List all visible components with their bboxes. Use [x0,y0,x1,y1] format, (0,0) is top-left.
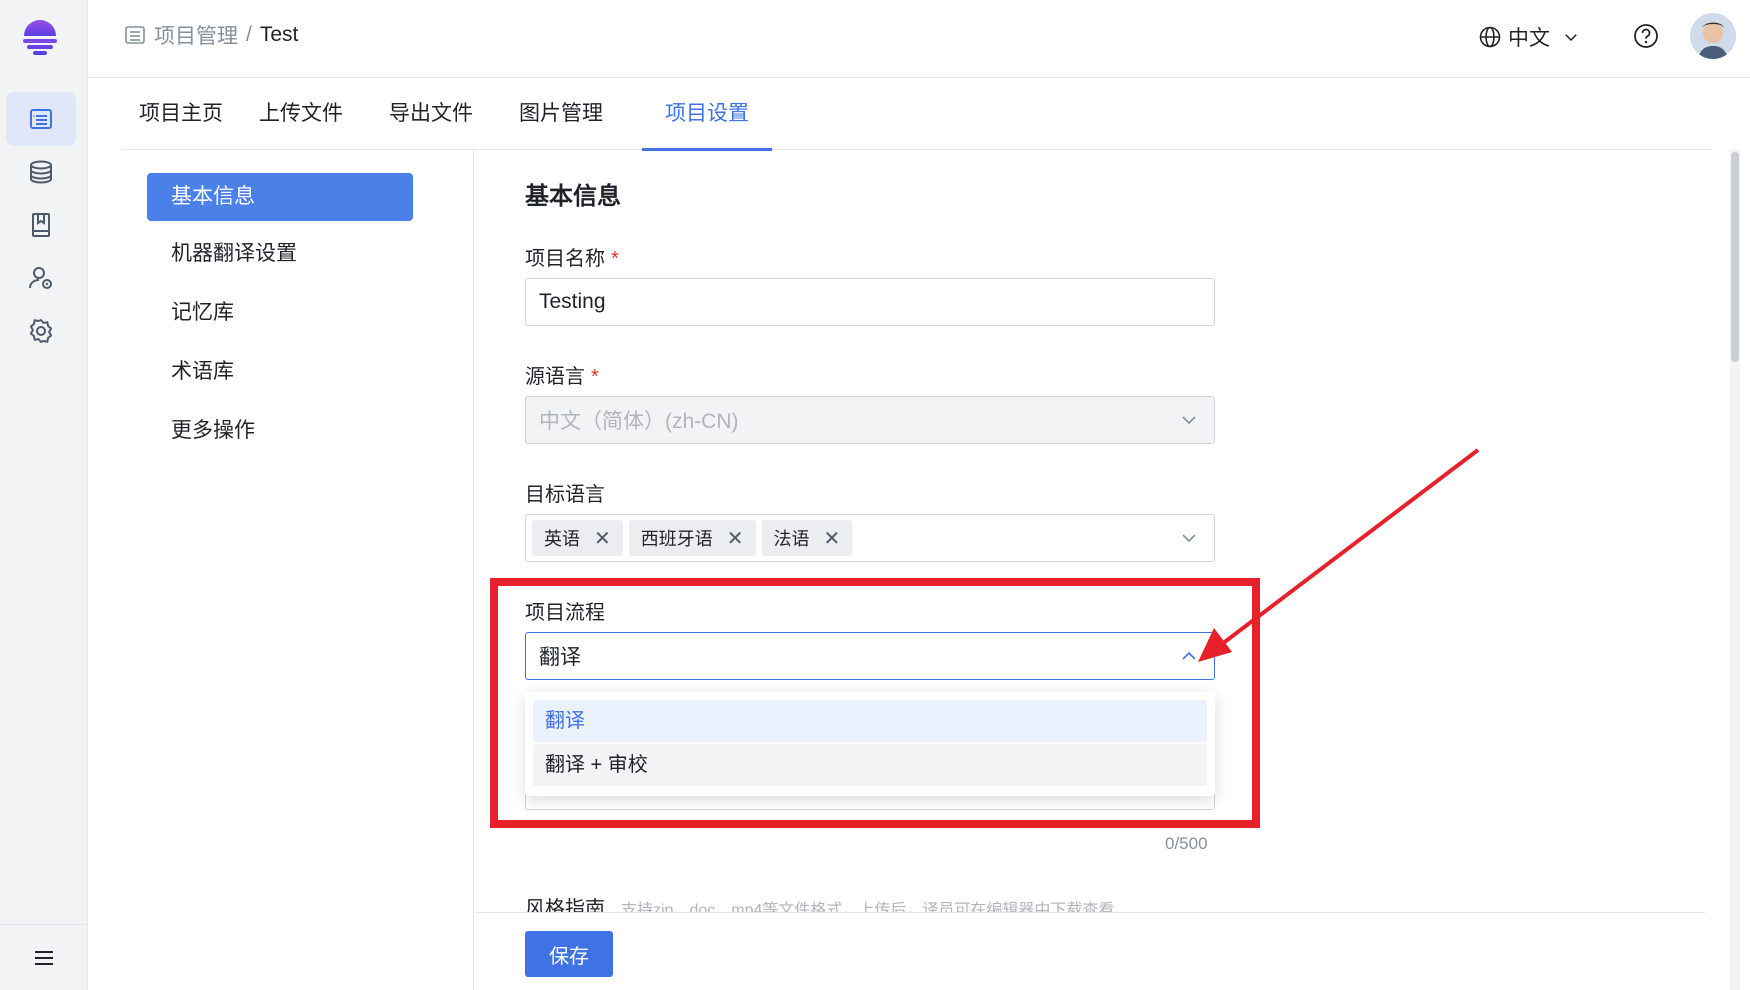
tab-project-home[interactable]: 项目主页 [132,78,230,150]
tab-image-management[interactable]: 图片管理 [512,78,610,150]
language-switcher[interactable]: 中文 [1478,22,1580,52]
style-guide-hint: 支持zip、doc、mp4等文件格式，上传后，译员可在编辑器中下载查看 [621,902,1115,912]
project-name-input[interactable]: Testing [525,278,1215,326]
hamburger-icon [35,950,53,965]
annotation-highlight-box [490,578,1260,828]
target-lang-tag: 英语 ✕ [532,520,623,556]
database-nav-icon[interactable] [6,145,76,199]
projects-nav-icon[interactable] [6,92,76,146]
source-language-label: 源语言 * [525,366,599,388]
target-language-label: 目标语言 [525,484,605,506]
menu-item-basic-info[interactable]: 基本信息 [147,173,413,221]
project-name-label: 项目名称 * [525,248,619,270]
menu-item-more-actions[interactable]: 更多操作 [147,407,413,455]
project-list-icon [125,26,145,44]
form-footer: 保存 [475,912,1705,990]
left-rail [0,0,88,990]
save-button[interactable]: 保存 [525,931,613,977]
menu-item-termbase[interactable]: 术语库 [147,348,413,396]
settings-menu: 基本信息 机器翻译设置 记忆库 术语库 更多操作 [122,150,474,990]
description-char-count: 0/500 [1165,834,1208,853]
target-language-select[interactable]: 英语 ✕ 西班牙语 ✕ 法语 ✕ [525,514,1215,562]
remove-tag-icon[interactable]: ✕ [594,526,611,551]
remove-tag-icon[interactable]: ✕ [727,526,744,551]
tab-export-files[interactable]: 导出文件 [382,78,480,150]
section-title: 基本信息 [525,183,621,210]
settings-gear-nav-icon[interactable] [6,304,76,358]
target-lang-tag: 西班牙语 ✕ [628,520,756,556]
menu-item-mt-settings[interactable]: 机器翻译设置 [147,230,413,278]
breadcrumb: 项目管理 / Test [124,20,298,50]
scrollbar-thumb[interactable] [1731,152,1739,362]
language-label: 中文 [1508,27,1550,50]
globe-icon [1479,26,1501,48]
chevron-down-icon [1182,416,1196,425]
source-language-value: 中文（简体）(zh-CN) [539,410,739,433]
chevron-down-icon [1182,534,1196,543]
remove-tag-icon[interactable]: ✕ [824,526,841,551]
tab-project-settings[interactable]: 项目设置 [642,78,772,151]
target-lang-tag: 法语 ✕ [761,520,853,556]
project-tabs: 项目主页 上传文件 导出文件 图片管理 项目设置 [122,78,1712,151]
menu-item-memory[interactable]: 记忆库 [147,289,413,337]
user-settings-nav-icon[interactable] [6,251,76,305]
style-guide-label: 风格指南 支持zip、doc、mp4等文件格式，上传后，译员可在编辑器中下载查看 [525,892,1114,912]
help-icon[interactable] [1632,22,1660,50]
breadcrumb-parent[interactable]: 项目管理 [154,20,238,50]
tab-upload-files[interactable]: 上传文件 [252,78,350,150]
user-avatar[interactable] [1690,13,1736,59]
app-logo-icon[interactable] [20,14,60,58]
breadcrumb-current: Test [259,23,299,46]
chevron-down-icon [1565,34,1577,42]
breadcrumb-separator: / [246,23,252,46]
settings-form: 基本信息 项目名称 * Testing 源语言 * 中文（简体）(zh-CN) 目标… [475,150,1710,990]
glossary-book-nav-icon[interactable] [6,198,76,252]
top-header: 项目管理 / Test 中文 [88,0,1750,78]
source-language-select: 中文（简体）(zh-CN) [525,396,1215,444]
collapse-menu-button[interactable] [0,924,88,990]
page-scrollbar[interactable] [1730,150,1740,990]
